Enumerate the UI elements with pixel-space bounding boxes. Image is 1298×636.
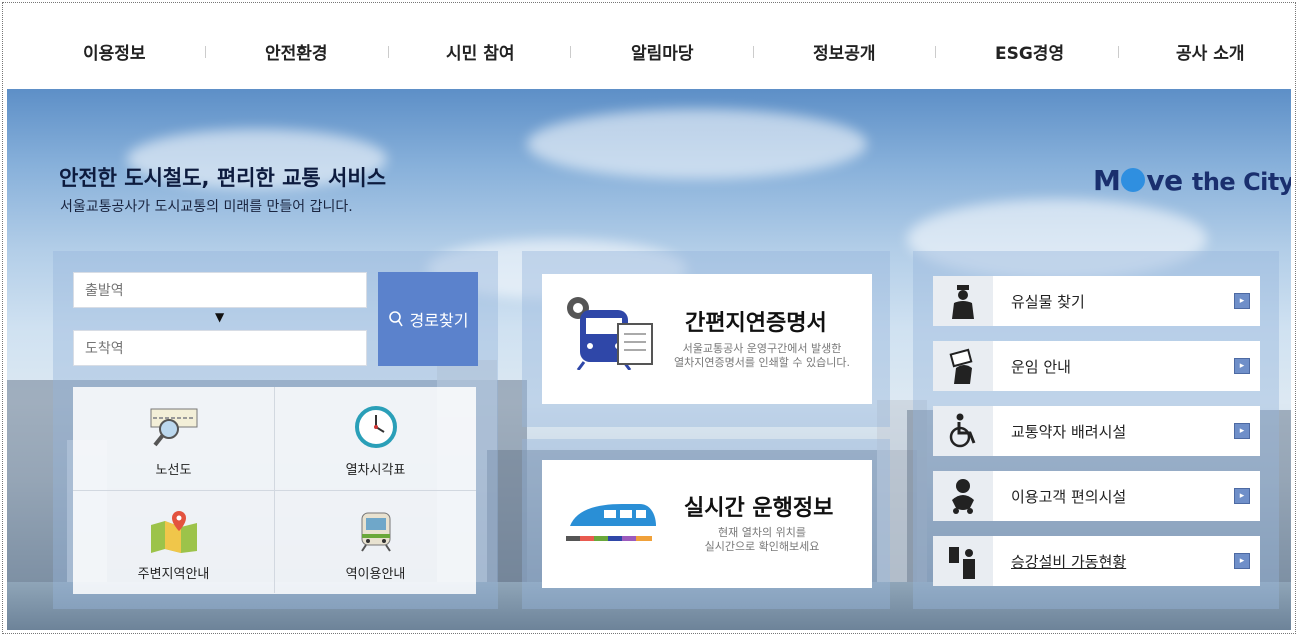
quick-label: 주변지역안내 — [137, 567, 210, 582]
service-label: 승강설비 가동현황 — [1011, 552, 1127, 571]
quick-station-guide[interactable]: 역이용안내 — [275, 491, 476, 594]
chevron-right-icon: ▸ — [1234, 293, 1250, 309]
chevron-right-icon: ▸ — [1234, 358, 1250, 374]
realtime-card[interactable]: 실시간 운행정보 현재 열차의 위치를 실시간으로 확인해보세요 — [542, 460, 872, 588]
quick-label: 역이용안내 — [345, 567, 406, 582]
nav-item-notice[interactable]: 알림마당 — [631, 39, 694, 64]
brand-logo: Mve the City — [1093, 164, 1291, 197]
chevron-right-icon: ▸ — [1234, 553, 1250, 569]
chevron-right-icon: ▸ — [1234, 423, 1250, 439]
train-document-icon — [564, 294, 656, 374]
hero-banner: 안전한 도시철도, 편리한 교통 서비스 서울교통공사가 도시교통의 미래를 만… — [7, 89, 1291, 630]
service-label: 이용고객 편의시설 — [1011, 487, 1127, 506]
delay-card-title: 간편지연증명서 — [685, 311, 827, 336]
service-lost-found[interactable]: 유실물 찾기 ▸ — [933, 276, 1260, 326]
officer-icon — [933, 276, 993, 326]
baby-icon — [933, 471, 993, 521]
nav-item-about[interactable]: 공사 소개 — [1176, 39, 1244, 64]
nav-divider — [753, 46, 754, 58]
route-map-icon — [149, 405, 199, 449]
map-pin-icon — [149, 509, 199, 553]
delay-certificate-card[interactable]: 간편지연증명서 서울교통공사 운영구간에서 발생한 열차지연증명서를 인쇄할 수 … — [542, 274, 872, 404]
route-panel: ▼ 경로찾기 노선도 열차시각표 — [53, 251, 498, 609]
quick-timetable[interactable]: 열차시각표 — [275, 387, 476, 490]
search-icon — [388, 311, 403, 327]
nav-item-disclosure[interactable]: 정보공개 — [813, 39, 876, 64]
services-panel: 유실물 찾기 ▸ 운임 안내 ▸ 교통약자 배려시설 ▸ 이용고객 편의시설 ▸ — [913, 251, 1279, 609]
service-label: 교통약자 배려시설 — [1011, 422, 1127, 441]
route-search-button[interactable]: 경로찾기 — [378, 272, 478, 366]
delay-panel: 간편지연증명서 서울교통공사 운영구간에서 발생한 열차지연증명서를 인쇄할 수 … — [522, 251, 890, 427]
cloud — [527, 109, 867, 179]
realtime-card-desc: 현재 열차의 위치를 실시간으로 확인해보세요 — [704, 526, 820, 553]
elevator-person-icon — [933, 536, 993, 586]
ticket-hand-icon — [933, 341, 993, 391]
nav-divider — [388, 46, 389, 58]
nav-item-citizen[interactable]: 시민 참여 — [446, 39, 514, 64]
train-front-icon — [351, 509, 401, 553]
wheelchair-icon — [933, 406, 993, 456]
quick-area-guide[interactable]: 주변지역안내 — [73, 491, 274, 594]
arrival-input[interactable] — [73, 330, 367, 366]
brand-dot-icon — [1121, 168, 1146, 192]
service-accessibility[interactable]: 교통약자 배려시설 ▸ — [933, 406, 1260, 456]
service-convenience[interactable]: 이용고객 편의시설 ▸ — [933, 471, 1260, 521]
nav-item-safety[interactable]: 안전환경 — [265, 39, 328, 64]
quick-label: 열차시각표 — [345, 463, 406, 478]
arrow-down-icon: ▼ — [215, 310, 225, 324]
top-nav: 이용정보 안전환경 시민 참여 알림마당 정보공개 ESG경영 공사 소개 — [3, 3, 1295, 89]
bullet-train-icon — [566, 496, 658, 550]
hero-subtitle: 서울교통공사가 도시교통의 미래를 만들어 갑니다. — [60, 199, 353, 215]
nav-item-esg[interactable]: ESG경영 — [995, 39, 1064, 64]
realtime-panel: 실시간 운행정보 현재 열차의 위치를 실시간으로 확인해보세요 — [522, 439, 890, 609]
nav-divider — [570, 46, 571, 58]
quick-route-map[interactable]: 노선도 — [73, 387, 274, 490]
route-search-label: 경로찾기 — [409, 311, 469, 330]
nav-item-usage-info[interactable]: 이용정보 — [83, 39, 146, 64]
nav-divider — [935, 46, 936, 58]
chevron-right-icon: ▸ — [1234, 488, 1250, 504]
nav-divider — [1118, 46, 1119, 58]
quick-menu-grid: 노선도 열차시각표 주변지역안내 역이용안내 — [73, 387, 476, 594]
realtime-card-title: 실시간 운행정보 — [684, 496, 834, 521]
nav-divider — [205, 46, 206, 58]
service-label: 유실물 찾기 — [1011, 292, 1085, 311]
departure-input[interactable] — [73, 272, 367, 308]
delay-card-desc: 서울교통공사 운영구간에서 발생한 열차지연증명서를 인쇄할 수 있습니다. — [674, 342, 850, 369]
service-label: 운임 안내 — [1011, 357, 1071, 376]
hero-title: 안전한 도시철도, 편리한 교통 서비스 — [59, 166, 387, 190]
service-fare[interactable]: 운임 안내 ▸ — [933, 341, 1260, 391]
quick-label: 노선도 — [155, 463, 192, 478]
clock-icon — [351, 405, 401, 449]
service-elevator-status[interactable]: 승강설비 가동현황 ▸ — [933, 536, 1260, 586]
